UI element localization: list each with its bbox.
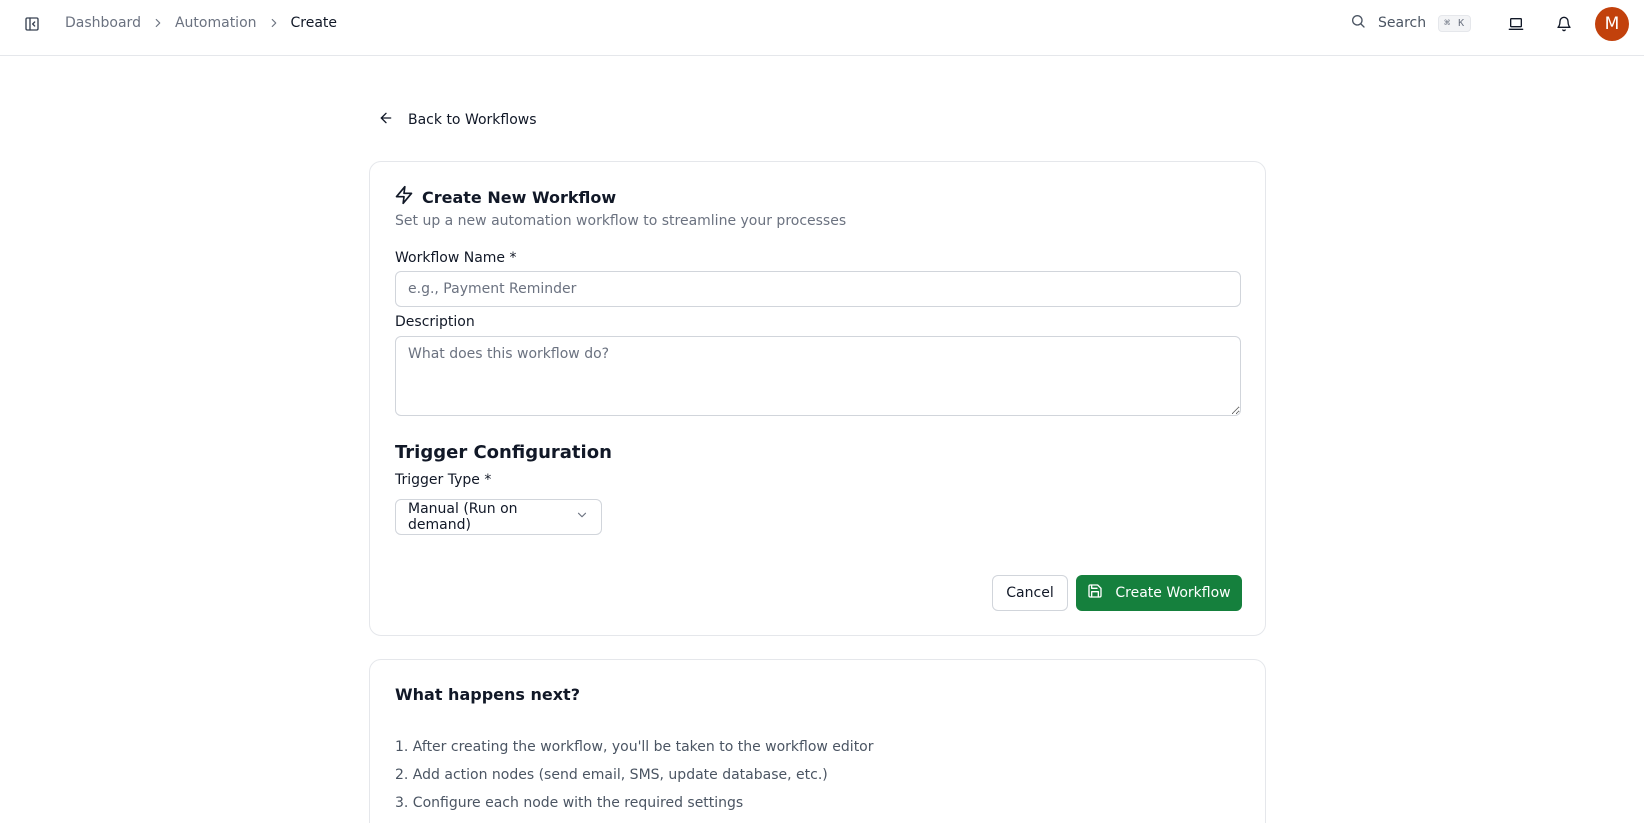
card-title-text: Create New Workflow: [422, 187, 617, 207]
description-label: Description: [395, 314, 475, 330]
trigger-type-value: Manual (Run on demand): [408, 501, 518, 533]
back-to-workflows-link[interactable]: Back to Workflows: [378, 108, 537, 132]
top-bar: Dashboard Automation Create Search ⌘ K M: [0, 0, 1644, 56]
laptop-icon[interactable]: [1504, 12, 1528, 36]
zap-icon: [394, 185, 414, 209]
search-icon: [1350, 13, 1366, 33]
list-item: 3. Configure each node with the required…: [395, 795, 744, 811]
next-steps-title: What happens next?: [395, 685, 580, 704]
list-item: 1. After creating the workflow, you'll b…: [395, 739, 874, 755]
next-steps-list: 1. After creating the workflow, you'll b…: [395, 738, 874, 822]
cancel-button[interactable]: Cancel: [992, 575, 1068, 611]
chevron-right-icon: [151, 16, 165, 30]
card-title: Create New Workflow: [394, 185, 616, 209]
workflow-name-input[interactable]: [395, 271, 1241, 307]
chevron-right-icon: [267, 16, 281, 30]
create-workflow-label: Create Workflow: [1115, 585, 1231, 601]
back-link-label: Back to Workflows: [408, 112, 537, 128]
breadcrumb: Dashboard Automation Create: [65, 0, 337, 46]
chevron-down-icon: [575, 508, 589, 526]
search-shortcut: ⌘ K: [1438, 14, 1472, 32]
list-item: 2. Add action nodes (send email, SMS, up…: [395, 767, 828, 783]
avatar[interactable]: M: [1595, 7, 1629, 41]
breadcrumb-current: Create: [290, 15, 338, 31]
trigger-section-title: Trigger Configuration: [395, 442, 612, 463]
card-subtitle: Set up a new automation workflow to stre…: [395, 213, 847, 229]
breadcrumb-automation[interactable]: Automation: [175, 15, 257, 31]
sidebar-toggle-icon[interactable]: [22, 14, 42, 34]
search-label: Search: [1378, 15, 1427, 31]
workflow-name-label: Workflow Name *: [395, 250, 517, 266]
breadcrumb-dashboard[interactable]: Dashboard: [65, 15, 141, 31]
search-button[interactable]: Search ⌘ K: [1350, 11, 1472, 35]
create-workflow-card: Create New Workflow Set up a new automat…: [369, 161, 1266, 636]
trigger-type-label: Trigger Type *: [395, 472, 492, 488]
bell-icon[interactable]: [1552, 12, 1576, 36]
arrow-left-icon: [378, 110, 394, 130]
save-icon: [1087, 583, 1103, 603]
description-textarea[interactable]: [395, 336, 1241, 416]
next-steps-card: What happens next? 1. After creating the…: [369, 659, 1266, 823]
create-workflow-button[interactable]: Create Workflow: [1076, 575, 1242, 611]
trigger-type-select[interactable]: Manual (Run on demand): [395, 499, 602, 535]
